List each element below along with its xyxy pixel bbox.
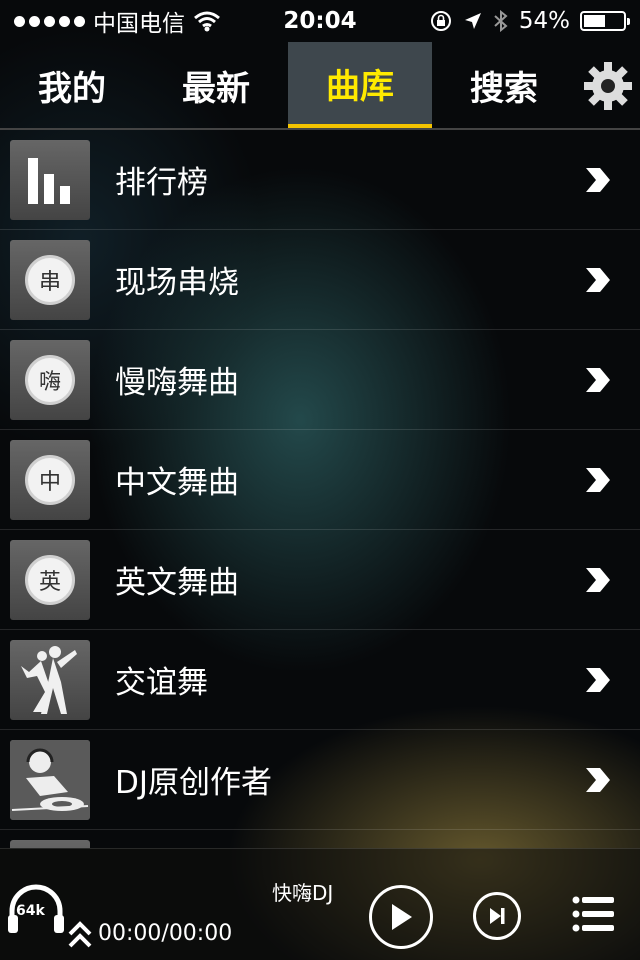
orientation-lock-icon — [430, 11, 451, 31]
player-bar: 64k 00:00/00:00 快嗨DJ — [0, 848, 640, 960]
play-button[interactable] — [369, 885, 433, 949]
expand-up-icon[interactable] — [68, 921, 92, 949]
chevron-right-icon — [586, 768, 610, 792]
list-item-label: 排行榜 — [115, 165, 208, 201]
quality-label: 64k — [16, 903, 45, 919]
list-item-label: 交谊舞 — [115, 665, 208, 701]
tab-latest[interactable]: 最新 — [144, 42, 288, 128]
list-item-english-dance[interactable]: 英 英文舞曲 — [0, 530, 640, 630]
next-track-button[interactable] — [473, 892, 521, 940]
badge-icon: 中 — [10, 439, 90, 520]
gear-icon — [584, 62, 632, 110]
chevron-right-icon — [586, 568, 610, 592]
category-list: 排行榜 串 现场串烧 嗨 慢嗨舞曲 中 中文舞曲 英 英文舞曲 交谊舞 DJ原创… — [0, 130, 640, 848]
list-item-label: 中文舞曲 — [115, 465, 239, 501]
list-item-slow-dance[interactable]: 嗨 慢嗨舞曲 — [0, 330, 640, 430]
badge-icon: 串 — [10, 239, 90, 320]
badge-text: 串 — [25, 254, 75, 305]
carrier: 中国电信 — [93, 11, 185, 37]
list-item-charts[interactable]: 排行榜 — [0, 130, 640, 230]
bluetooth-icon — [494, 9, 508, 33]
badge-icon: 英 — [10, 539, 90, 620]
chevron-right-icon — [586, 168, 610, 192]
tab-library[interactable]: 曲库 — [288, 42, 432, 128]
badge-icon: 嗨 — [10, 339, 90, 420]
tab-bar: 我的 最新 曲库 搜索 — [0, 42, 640, 130]
battery-icon — [580, 11, 630, 31]
badge-text: 嗨 — [25, 354, 75, 405]
chevron-right-icon — [586, 668, 610, 692]
chevron-right-icon — [586, 268, 610, 292]
chevron-right-icon — [586, 468, 610, 492]
list-item-dj-producers[interactable]: DJ原创作者 — [0, 730, 640, 830]
badge-text: 英 — [25, 554, 75, 605]
tab-mine[interactable]: 我的 — [0, 42, 144, 128]
list-item-label: DJ原创作者 — [115, 765, 273, 801]
tab-search[interactable]: 搜索 — [432, 42, 576, 128]
battery-fill — [584, 15, 605, 27]
playback-time: 00:00/00:00 — [98, 921, 233, 946]
list-item-ballroom[interactable]: 交谊舞 — [0, 630, 640, 730]
thumbnail-partial — [10, 839, 90, 848]
list-item-label: 现场串烧 — [115, 265, 239, 301]
dancers-icon — [10, 639, 90, 720]
settings-button[interactable] — [576, 42, 640, 130]
bar-chart-icon — [10, 139, 90, 220]
signal-icon — [14, 15, 85, 27]
badge-text: 中 — [25, 454, 75, 505]
chevron-right-icon — [586, 368, 610, 392]
playlist-menu-icon[interactable] — [572, 895, 616, 933]
status-left: 中国电信 — [14, 4, 221, 38]
list-item-chinese-dance[interactable]: 中 中文舞曲 — [0, 430, 640, 530]
status-bar: 中国电信 20:04 54% — [0, 0, 640, 42]
location-icon — [464, 13, 481, 29]
list-item-live-mix[interactable]: 串 现场串烧 — [0, 230, 640, 330]
play-icon — [392, 904, 412, 930]
battery-percent: 54% — [518, 8, 570, 34]
list-item-partial[interactable] — [0, 830, 640, 848]
quality-toggle[interactable]: 64k — [6, 881, 66, 937]
skip-next-icon — [490, 908, 505, 924]
track-title: 快嗨DJ — [272, 881, 334, 905]
list-item-label: 慢嗨舞曲 — [115, 365, 239, 401]
dj-icon — [10, 739, 90, 820]
status-right: 54% — [429, 8, 630, 34]
wifi-icon — [194, 11, 220, 32]
list-item-label: 英文舞曲 — [115, 565, 239, 601]
